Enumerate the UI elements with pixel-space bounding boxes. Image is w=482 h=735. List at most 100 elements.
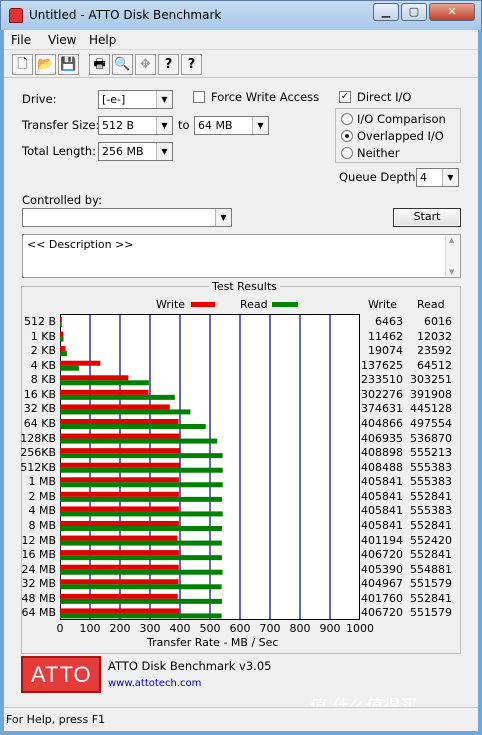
drive-select[interactable]: [-e-] ▼ (98, 90, 173, 109)
controlled-by-select[interactable]: ▼ (22, 208, 232, 227)
description-scrollbar[interactable]: ▲ ▼ (445, 235, 460, 277)
transfer-size-to-select[interactable]: 64 MB ▼ (194, 116, 269, 135)
maximize-button[interactable]: ▢ (401, 3, 427, 21)
write-bar (60, 535, 178, 541)
row-label: 1 KB (30, 329, 56, 343)
read-bar (60, 336, 64, 342)
neither-radio[interactable] (341, 147, 353, 159)
atto-logo: ATTO (21, 656, 101, 693)
read-bar (60, 453, 223, 459)
x-axis-title: Transfer Rate - MB / Sec (147, 636, 279, 649)
write-bar (60, 521, 179, 526)
minimize-button[interactable]: ▁ (373, 3, 399, 21)
direct-io-checkbox[interactable]: ✓ (339, 91, 351, 103)
write-value: 401760 (361, 591, 403, 605)
title-bar[interactable]: Untitled - ATTO Disk Benchmark ▁ ▢ ✕ (0, 0, 482, 30)
write-value: 401194 (361, 533, 403, 547)
start-button[interactable]: Start (393, 208, 461, 227)
row-label: 12 MB (21, 533, 56, 547)
row-label: 32 MB (21, 577, 56, 591)
write-bar (60, 433, 180, 439)
write-bar (60, 346, 66, 352)
queue-depth-value: 4 (420, 171, 427, 184)
read-value: 445128 (410, 402, 452, 416)
queue-depth-select[interactable]: 4 ▼ (416, 168, 459, 187)
read-bar (60, 598, 222, 604)
read-bar (60, 584, 222, 590)
window-title: Untitled - ATTO Disk Benchmark (29, 8, 222, 22)
write-bar (60, 506, 179, 512)
read-value: 552841 (410, 591, 452, 605)
write-bar (60, 448, 180, 454)
read-value: 552841 (410, 548, 452, 562)
to-label: to (178, 118, 190, 132)
write-bar (60, 579, 179, 585)
toolbar: 🗋 📂 💾 🖶 🔍 ✥ ? ? (4, 52, 478, 78)
read-value: 536870 (410, 431, 452, 445)
row-label: 64 MB (21, 606, 56, 620)
transfer-size-label: Transfer Size: (22, 118, 100, 132)
read-value: 6016 (424, 315, 452, 328)
row-label: 48 MB (21, 591, 56, 605)
write-bar (60, 317, 62, 322)
scroll-down-icon[interactable]: ▼ (449, 268, 454, 276)
chevron-down-icon: ▼ (156, 117, 172, 134)
read-value: 303251 (410, 373, 452, 387)
close-button[interactable]: ✕ (429, 3, 475, 21)
total-length-label: Total Length: (22, 144, 97, 158)
print-icon[interactable]: 🖶 (89, 54, 110, 75)
test-results-title: Test Results (209, 280, 280, 293)
write-bar (60, 462, 180, 468)
total-length-value: 256 MB (102, 145, 144, 158)
force-write-checkbox[interactable] (193, 91, 205, 103)
transfer-size-from-select[interactable]: 512 B ▼ (98, 116, 173, 135)
read-value: 12032 (417, 329, 452, 343)
new-document-icon[interactable]: 🗋 (12, 54, 33, 75)
product-version: ATTO Disk Benchmark v3.05 (108, 659, 272, 673)
context-help-icon[interactable]: ? (181, 54, 202, 75)
chevron-down-icon: ▼ (442, 169, 458, 186)
description-text: << Description >> (27, 238, 134, 251)
row-label: 2 KB (30, 344, 56, 358)
read-bar (60, 482, 223, 488)
move-icon[interactable]: ✥ (135, 54, 156, 75)
io-comparison-label: I/O Comparison (357, 112, 446, 126)
transfer-from-value: 512 B (102, 119, 135, 132)
write-value: 405841 (361, 504, 403, 518)
menu-file[interactable]: File (11, 33, 31, 47)
write-value: 137625 (361, 358, 403, 372)
read-bar (60, 351, 67, 357)
menu-view[interactable]: View (48, 33, 76, 47)
write-value: 405841 (361, 475, 403, 489)
read-bar (60, 424, 206, 429)
read-value: 555383 (410, 460, 452, 474)
description-field[interactable]: << Description >> ▲ ▼ (22, 234, 461, 278)
row-label: 8 KB (30, 373, 56, 387)
overlapped-io-radio[interactable] (341, 130, 353, 142)
chevron-down-icon: ▼ (252, 117, 268, 134)
force-write-label: Force Write Access (211, 90, 320, 104)
help-icon[interactable]: ? (158, 54, 179, 75)
read-value: 551579 (410, 577, 452, 591)
row-label: 32 KB (23, 402, 56, 416)
read-bar (60, 409, 191, 415)
overlapped-io-label: Overlapped I/O (357, 129, 444, 143)
neither-label: Neither (357, 146, 400, 160)
row-label: 512 B (23, 315, 56, 328)
read-value: 555383 (410, 504, 452, 518)
save-icon[interactable]: 💾 (58, 54, 79, 75)
read-value: 555383 (410, 475, 452, 489)
drive-value: [-e-] (102, 93, 126, 106)
read-bar (60, 511, 223, 517)
scroll-up-icon[interactable]: ▲ (449, 236, 454, 244)
atto-logo-text: ATTO (31, 662, 92, 687)
row-label: 128KB (20, 431, 56, 445)
write-column-header: Write (368, 298, 398, 311)
io-comparison-radio[interactable] (341, 113, 353, 125)
total-length-select[interactable]: 256 MB ▼ (98, 142, 173, 161)
print-preview-icon[interactable]: 🔍 (112, 54, 133, 75)
read-value: 497554 (410, 417, 452, 430)
menu-help[interactable]: Help (89, 33, 116, 47)
open-folder-icon[interactable]: 📂 (35, 54, 56, 75)
website-link[interactable]: www.attotech.com (108, 678, 201, 689)
